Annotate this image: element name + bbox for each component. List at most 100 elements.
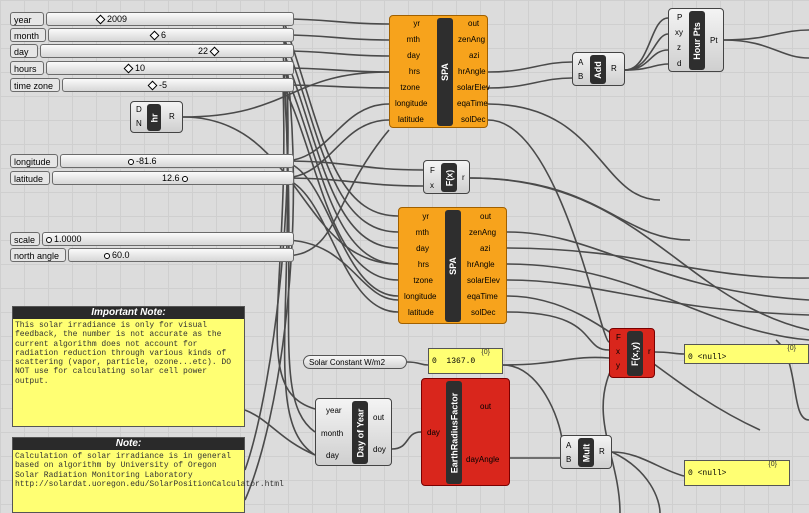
slider-grip-icon[interactable] (149, 30, 160, 41)
input-port[interactable]: day (427, 428, 440, 437)
input-port[interactable]: yr (390, 19, 420, 28)
output-port[interactable]: r (648, 347, 651, 356)
input-port[interactable]: mth (390, 35, 420, 44)
input-port[interactable]: P (677, 13, 682, 22)
input-port[interactable]: longitude (395, 99, 427, 108)
output-port[interactable]: hrAngle (458, 67, 486, 76)
longitude-slider[interactable]: longitude -81.6 (10, 154, 294, 170)
slider-grip-icon[interactable] (123, 63, 134, 74)
grasshopper-canvas[interactable]: year 2009 month 6 day 22 hours 10 time z… (0, 0, 809, 513)
input-port[interactable]: y (616, 361, 620, 370)
north-angle-slider[interactable]: north angle 60.0 (10, 248, 294, 264)
slider-track[interactable] (62, 78, 294, 92)
slider-track[interactable] (60, 154, 294, 168)
slider-grip-icon[interactable] (104, 252, 110, 259)
slider-grip-icon[interactable] (209, 46, 220, 57)
month-slider[interactable]: month 6 (10, 28, 294, 44)
hr-component[interactable]: D N hr R (130, 101, 183, 133)
time-zone-slider[interactable]: time zone -5 (10, 78, 294, 94)
output-port[interactable]: R (611, 64, 617, 73)
hour-pts-component[interactable]: P xy z d Hour Pts Pt (668, 8, 724, 72)
output-port[interactable]: azi (469, 51, 479, 60)
day-of-year-component[interactable]: year month day Day of Year out doy (315, 398, 392, 466)
solar-constant-panel[interactable]: {0} 0 1367.0 (428, 348, 503, 374)
input-port[interactable]: F (430, 166, 435, 175)
slider-grip-icon[interactable] (95, 14, 106, 25)
input-port[interactable]: day (390, 51, 420, 60)
input-port[interactable]: A (578, 58, 583, 67)
spa-component-top[interactable]: yr mth day hrs tzone longitude latitude … (389, 15, 490, 128)
slider-track[interactable] (46, 61, 294, 75)
input-port[interactable]: tzone (390, 83, 420, 92)
output-port[interactable]: solDec (471, 308, 495, 317)
slider-grip-icon[interactable] (128, 158, 134, 165)
day-slider[interactable]: day 22 (10, 44, 294, 60)
output-port[interactable]: doy (373, 445, 386, 454)
add-component[interactable]: A B Add R (572, 52, 625, 86)
output-port[interactable]: Pt (710, 36, 718, 45)
input-port[interactable]: xy (675, 28, 683, 37)
spa-component-bottom[interactable]: yr mth day hrs tzone longitude latitude … (398, 207, 507, 324)
input-port[interactable]: A (566, 441, 571, 450)
input-port[interactable]: year (326, 406, 342, 415)
important-note-panel[interactable]: Important Note: This solar irradiance is… (12, 306, 245, 427)
input-port[interactable]: latitude (398, 115, 424, 124)
input-port[interactable]: x (430, 181, 434, 190)
slider-grip-icon[interactable] (46, 236, 52, 243)
fx-component[interactable]: F x F(x) r (423, 160, 470, 194)
input-port[interactable]: longitude (404, 292, 436, 301)
null-output-panel-1[interactable]: {0} 0 <null> (684, 344, 809, 364)
slider-track[interactable] (46, 12, 294, 26)
output-port[interactable]: zenAng (458, 35, 485, 44)
input-port[interactable]: B (566, 455, 571, 464)
solar-constant-param[interactable]: Solar Constant W/m2 (303, 355, 407, 369)
scale-slider[interactable]: scale 1.0000 (10, 232, 294, 248)
fxy-component[interactable]: F x y F(x,y) r (609, 328, 655, 378)
calculation-note-panel[interactable]: Note: Calculation of solar irradiance is… (12, 437, 284, 513)
slider-grip-icon[interactable] (147, 80, 158, 91)
output-port[interactable]: out (373, 413, 384, 422)
input-port[interactable]: B (578, 72, 583, 81)
slider-value: 60.0 (102, 248, 130, 262)
output-port[interactable]: eqaTime (457, 99, 488, 108)
mult-component[interactable]: A B Mult R (560, 435, 612, 469)
input-port[interactable]: day (326, 451, 339, 460)
earth-radius-factor-component[interactable]: day EarthRadiusFactor out dayAngle (421, 378, 510, 486)
null-output-panel-2[interactable]: {0} 0 <null> (684, 460, 790, 486)
latitude-slider[interactable]: latitude 12.6 (10, 171, 294, 187)
hours-slider[interactable]: hours 10 (10, 61, 294, 77)
output-port[interactable]: solarElev (457, 83, 490, 92)
input-port[interactable]: hrs (390, 67, 420, 76)
input-port[interactable]: x (616, 347, 620, 356)
output-port[interactable]: azi (480, 244, 490, 253)
panel-header: {0} (787, 345, 796, 352)
output-port[interactable]: eqaTime (467, 292, 498, 301)
output-port[interactable]: solDec (461, 115, 485, 124)
output-port[interactable]: hrAngle (467, 260, 495, 269)
input-port[interactable]: latitude (408, 308, 434, 317)
input-port[interactable]: tzone (399, 276, 433, 285)
input-port[interactable]: d (677, 59, 681, 68)
slider-track[interactable] (40, 44, 294, 58)
output-port[interactable]: R (599, 447, 605, 456)
output-port[interactable]: out (468, 19, 479, 28)
slider-grip-icon[interactable] (181, 175, 188, 182)
input-port[interactable]: N (136, 119, 142, 128)
input-port[interactable]: yr (399, 212, 429, 221)
input-port[interactable]: hrs (399, 260, 429, 269)
input-port[interactable]: mth (399, 228, 429, 237)
input-port[interactable]: D (136, 105, 142, 114)
input-port[interactable]: z (677, 43, 681, 52)
slider-track[interactable] (48, 28, 294, 42)
output-port[interactable]: dayAngle (466, 455, 499, 464)
input-port[interactable]: month (321, 429, 343, 438)
output-port[interactable]: solarElev (467, 276, 500, 285)
input-port[interactable]: F (616, 333, 621, 342)
output-port[interactable]: r (462, 173, 465, 182)
output-port[interactable]: out (480, 212, 491, 221)
year-slider[interactable]: year 2009 (10, 12, 294, 28)
output-port[interactable]: zenAng (469, 228, 496, 237)
output-port[interactable]: out (480, 402, 491, 411)
output-port[interactable]: R (169, 112, 175, 121)
input-port[interactable]: day (399, 244, 429, 253)
